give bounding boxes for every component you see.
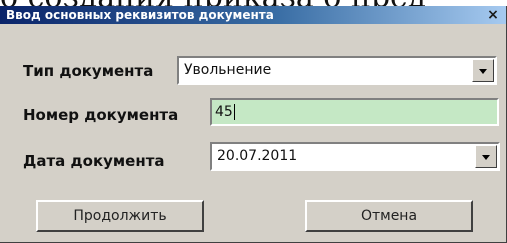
doc-number-value: 45 <box>215 104 233 120</box>
doc-date-picker[interactable]: 20.07.2011 <box>210 142 500 171</box>
doc-type-select[interactable]: Увольнение <box>177 56 497 85</box>
dialog-titlebar[interactable]: Ввод основных реквизитов документа × <box>0 6 506 24</box>
doc-number-label: Номер документа <box>23 106 179 124</box>
doc-number-input[interactable]: 45 <box>210 98 499 126</box>
doc-type-label: Тип документа <box>23 62 154 80</box>
continue-button[interactable]: Продолжить <box>36 200 204 232</box>
doc-type-value: Увольнение <box>184 62 272 78</box>
cancel-button[interactable]: Отмена <box>305 200 473 232</box>
text-caret <box>233 104 235 120</box>
chevron-down-icon[interactable] <box>475 145 497 168</box>
doc-date-value: 20.07.2011 <box>217 148 298 164</box>
requisites-dialog: Ввод основных реквизитов документа × Тип… <box>0 6 507 243</box>
dialog-title: Ввод основных реквизитов документа <box>6 8 274 22</box>
close-icon[interactable]: × <box>486 6 500 24</box>
doc-date-label: Дата документа <box>23 152 165 170</box>
chevron-down-icon[interactable] <box>472 59 494 82</box>
